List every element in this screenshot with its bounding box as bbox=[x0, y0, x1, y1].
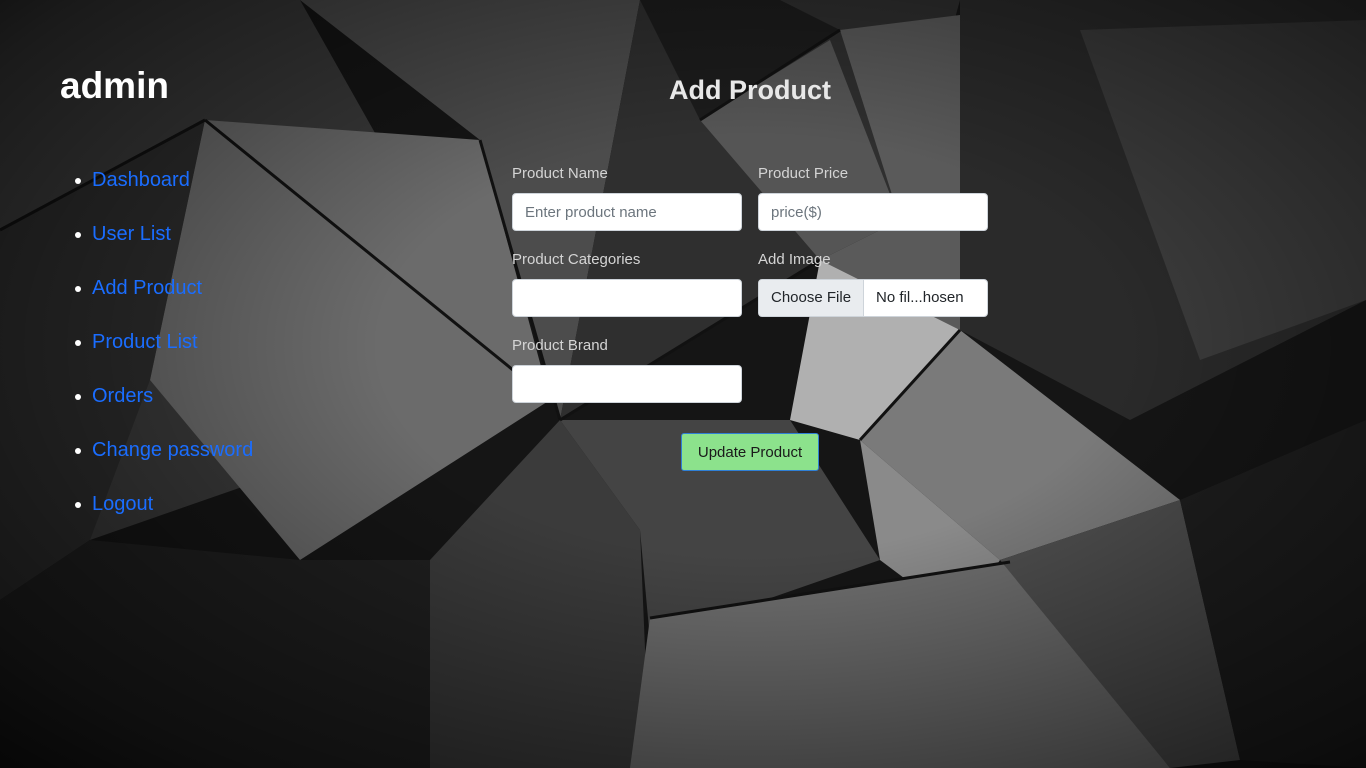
user-list-link[interactable]: User List bbox=[92, 223, 171, 245]
product-name-label: Product Name bbox=[512, 165, 608, 182]
sidebar-nav: Dashboard User List Add Product Product … bbox=[74, 166, 253, 544]
sidebar-item-user-list: User List bbox=[74, 220, 253, 274]
change-password-link[interactable]: Change password bbox=[92, 439, 253, 461]
choose-file-button[interactable]: Choose File bbox=[759, 280, 865, 316]
sidebar-item-dashboard: Dashboard bbox=[74, 166, 253, 220]
file-name-text: No fil...hosen bbox=[876, 289, 964, 306]
product-list-link[interactable]: Product List bbox=[92, 331, 198, 353]
product-brand-label: Product Brand bbox=[512, 337, 608, 354]
orders-link[interactable]: Orders bbox=[92, 385, 153, 407]
sidebar-item-product-list: Product List bbox=[74, 328, 253, 382]
product-name-input[interactable] bbox=[512, 193, 742, 231]
product-brand-input[interactable] bbox=[512, 365, 742, 403]
dashboard-link[interactable]: Dashboard bbox=[92, 169, 190, 191]
logout-link[interactable]: Logout bbox=[92, 493, 153, 515]
product-categories-label: Product Categories bbox=[512, 251, 641, 268]
page-title: Add Product bbox=[669, 75, 831, 105]
image-file-input[interactable]: Choose File No fil...hosen bbox=[758, 279, 988, 317]
add-product-link[interactable]: Add Product bbox=[92, 277, 202, 299]
sidebar-item-change-password: Change password bbox=[74, 436, 253, 490]
update-product-button[interactable]: Update Product bbox=[681, 433, 819, 471]
product-price-input[interactable] bbox=[758, 193, 988, 231]
product-categories-input[interactable] bbox=[512, 279, 742, 317]
admin-brand: admin bbox=[60, 65, 169, 106]
admin-page: admin Dashboard User List Add Product Pr… bbox=[0, 0, 1366, 768]
product-price-label: Product Price bbox=[758, 165, 849, 182]
sidebar-item-logout: Logout bbox=[74, 490, 253, 544]
sidebar-item-add-product: Add Product bbox=[74, 274, 253, 328]
sidebar-item-orders: Orders bbox=[74, 382, 253, 436]
add-image-label: Add Image bbox=[758, 251, 831, 268]
